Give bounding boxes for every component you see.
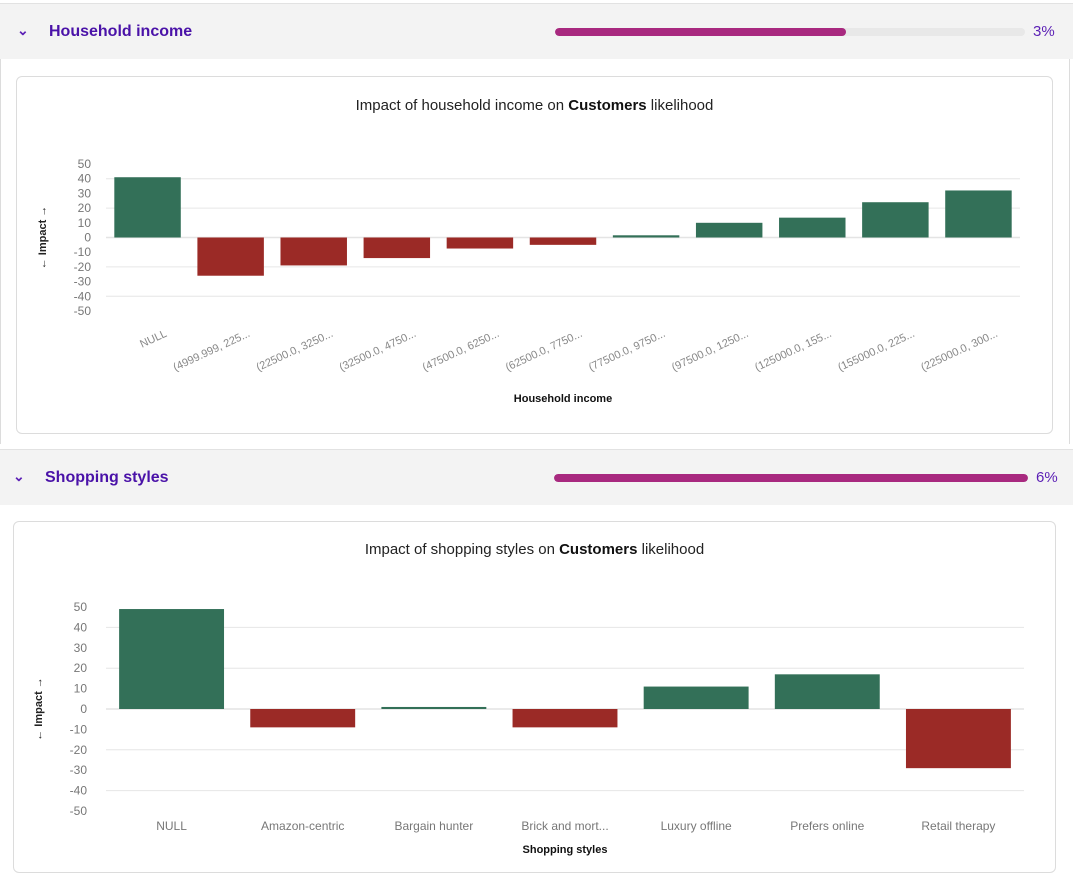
importance-percent: 3% bbox=[1033, 23, 1055, 40]
chart-card-shopping-styles: Impact of shopping styles on Customers l… bbox=[13, 521, 1056, 873]
chevron-down-icon[interactable]: ⌄ bbox=[17, 22, 29, 39]
chart-title-bold: Customers bbox=[559, 541, 638, 558]
chart-title-prefix: Impact of household income on bbox=[355, 97, 569, 114]
chart-title: Impact of household income on Customers … bbox=[17, 97, 1052, 114]
importance-progress-fill bbox=[555, 28, 847, 36]
chart-title-prefix: Impact of shopping styles on bbox=[364, 541, 560, 558]
panel-border-right bbox=[1069, 59, 1070, 444]
panel-border-left bbox=[0, 59, 1, 444]
chart-card-household-income: Impact of household income on Customers … bbox=[16, 76, 1053, 434]
section-title: Household income bbox=[49, 23, 193, 40]
chart-title: Impact of shopping styles on Customers l… bbox=[14, 541, 1055, 558]
importance-progress-bar bbox=[554, 474, 1028, 482]
chart-title-suffix: likelihood bbox=[646, 97, 714, 114]
section-header-household-income[interactable]: ⌄ Household income 3% bbox=[0, 3, 1073, 59]
importance-progress-bar bbox=[555, 28, 1025, 36]
section-title: Shopping styles bbox=[45, 469, 169, 486]
importance-percent: 6% bbox=[1036, 469, 1058, 486]
chart-title-bold: Customers bbox=[568, 97, 647, 114]
section-header-shopping-styles[interactable]: ⌄ Shopping styles 6% bbox=[0, 449, 1073, 505]
importance-progress-fill bbox=[554, 474, 1028, 482]
chart-title-suffix: likelihood bbox=[637, 541, 705, 558]
chevron-down-icon[interactable]: ⌄ bbox=[13, 468, 25, 485]
